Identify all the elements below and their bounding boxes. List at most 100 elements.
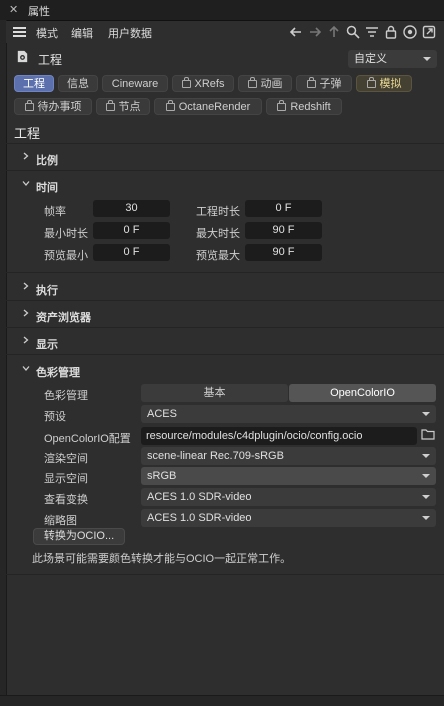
lock-icon — [277, 100, 287, 111]
tab-redshift[interactable]: Redshift — [266, 98, 342, 115]
fps-field[interactable]: 30 — [93, 200, 170, 217]
lock-icon — [306, 77, 316, 88]
lock-icon — [105, 100, 115, 111]
group-label: 时间 — [36, 182, 58, 194]
tab-label: 节点 — [118, 101, 141, 113]
search-icon[interactable] — [345, 24, 361, 40]
group-color-management[interactable]: 色彩管理 — [6, 357, 444, 383]
divider — [6, 170, 444, 171]
view-transform-label: 查看变换 — [44, 494, 88, 506]
tab-xrefs[interactable]: XRefs — [172, 75, 234, 92]
preset-label: 预设 — [44, 411, 66, 423]
preview-min-field[interactable]: 0 F — [93, 244, 170, 261]
preview-min-label: 预览最小 — [44, 250, 88, 262]
ocio-note: 此场景可能需要颜色转换才能与OCIO一起正常工作。 — [32, 553, 292, 565]
tab-cineware[interactable]: Cineware — [102, 75, 168, 92]
tab-bullet[interactable]: 子弹 — [296, 75, 352, 92]
chevron-down-icon — [423, 57, 431, 61]
tab-label: 子弹 — [319, 78, 342, 90]
view-transform-dropdown[interactable]: ACES 1.0 SDR-video — [141, 488, 436, 506]
color-preset-dropdown[interactable]: ACES — [141, 405, 436, 423]
back-arrow-icon[interactable] — [288, 24, 304, 40]
bottom-tab-bar — [0, 695, 444, 706]
menu-mode[interactable]: 模式 — [36, 25, 58, 41]
group-scale[interactable]: 比例 — [6, 145, 444, 171]
group-asset-browser[interactable]: 资产浏览器 — [6, 302, 444, 328]
group-label: 显示 — [36, 339, 58, 351]
chevron-right-icon — [23, 152, 29, 160]
chevron-right-icon — [23, 336, 29, 344]
divider — [6, 327, 444, 328]
group-label: 色彩管理 — [36, 367, 80, 379]
tab-label: Cineware — [111, 78, 159, 90]
project-length-field[interactable]: 0 F — [245, 200, 322, 217]
thumbnail-value: ACES 1.0 SDR-video — [147, 512, 252, 524]
mode-ocio-button[interactable]: OpenColorIO — [289, 384, 436, 402]
display-space-dropdown[interactable]: sRGB — [141, 467, 436, 485]
up-arrow-icon[interactable] — [326, 24, 342, 40]
lock-icon[interactable] — [383, 24, 399, 40]
group-label: 执行 — [36, 285, 58, 297]
display-space-value: sRGB — [147, 470, 177, 482]
min-length-label: 最小时长 — [44, 228, 88, 240]
chevron-right-icon — [23, 282, 29, 290]
display-space-label: 显示空间 — [44, 473, 88, 485]
preview-max-field[interactable]: 90 F — [245, 244, 322, 261]
chevron-down-icon — [422, 454, 430, 458]
new-window-icon[interactable] — [421, 24, 437, 40]
title-bar: ✕ 属性 — [0, 0, 444, 21]
project-length-label: 工程时长 — [196, 206, 240, 218]
folder-icon[interactable] — [421, 428, 435, 441]
group-time[interactable]: 时间 — [6, 172, 444, 198]
max-length-field[interactable]: 90 F — [245, 222, 322, 239]
close-icon[interactable]: ✕ — [9, 3, 18, 16]
menu-edit[interactable]: 编辑 — [71, 25, 93, 41]
filter-icon[interactable] — [364, 24, 380, 40]
preset-dropdown-value: 自定义 — [354, 53, 387, 65]
tab-simulation[interactable]: 模拟 — [356, 75, 412, 92]
chevron-down-icon — [422, 495, 430, 499]
tab-label: XRefs — [194, 78, 225, 90]
thumbnail-dropdown[interactable]: ACES 1.0 SDR-video — [141, 509, 436, 527]
chevron-down-icon — [22, 181, 30, 186]
divider — [6, 272, 444, 273]
group-label: 比例 — [36, 155, 58, 167]
window-title: 属性 — [28, 6, 50, 18]
lock-icon — [247, 77, 257, 88]
color-preset-value: ACES — [147, 408, 177, 420]
menu-bar: 模式 编辑 用户数据 — [6, 21, 444, 43]
tab-label: OctaneRender — [178, 101, 251, 113]
group-execute[interactable]: 执行 — [6, 275, 444, 301]
lock-icon — [165, 100, 175, 111]
preview-max-label: 预览最大 — [196, 250, 240, 262]
preset-dropdown[interactable]: 自定义 — [348, 50, 437, 68]
tab-info[interactable]: 信息 — [58, 75, 98, 92]
mode-basic-button[interactable]: 基本 — [141, 384, 288, 402]
divider — [6, 143, 444, 144]
tab-todo[interactable]: 待办事项 — [14, 98, 92, 115]
divider — [6, 300, 444, 301]
menu-userdata[interactable]: 用户数据 — [108, 25, 152, 41]
chevron-down-icon — [422, 474, 430, 478]
chevron-down-icon — [422, 516, 430, 520]
tab-project[interactable]: 工程 — [14, 75, 54, 92]
convert-to-ocio-button[interactable]: 转换为OCIO... — [33, 528, 125, 545]
group-display[interactable]: 显示 — [6, 329, 444, 355]
chevron-down-icon — [422, 412, 430, 416]
tab-label: 工程 — [23, 78, 45, 90]
lock-icon — [24, 100, 34, 111]
divider — [6, 354, 444, 355]
tab-label: 信息 — [67, 78, 89, 90]
ocio-config-field[interactable]: resource/modules/c4dplugin/ocio/config.o… — [141, 427, 417, 445]
tab-nodes[interactable]: 节点 — [96, 98, 150, 115]
forward-arrow-icon[interactable] — [307, 24, 323, 40]
max-length-label: 最大时长 — [196, 228, 240, 240]
render-space-dropdown[interactable]: scene-linear Rec.709-sRGB — [141, 447, 436, 465]
min-length-field[interactable]: 0 F — [93, 222, 170, 239]
target-icon[interactable] — [402, 24, 418, 40]
tab-animation[interactable]: 动画 — [238, 75, 292, 92]
chevron-down-icon — [22, 366, 30, 371]
lock-icon — [366, 77, 376, 88]
hamburger-menu-icon[interactable] — [13, 27, 26, 37]
tab-octanerender[interactable]: OctaneRender — [154, 98, 262, 115]
